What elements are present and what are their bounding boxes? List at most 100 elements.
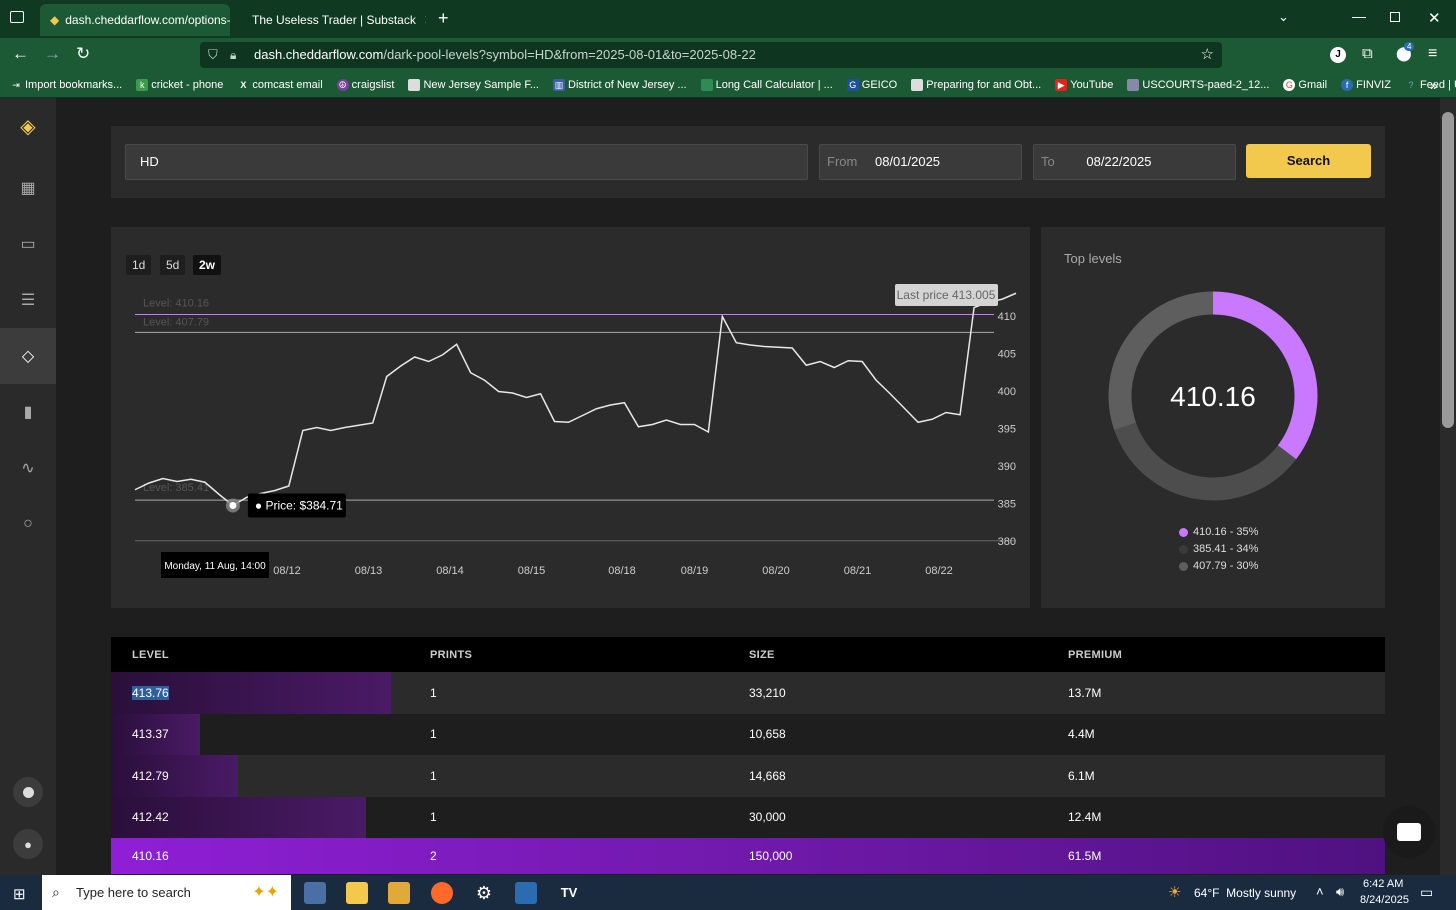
x-tick-label: 08/19 bbox=[681, 565, 709, 577]
cheddarflow-logo-icon[interactable]: ◈ bbox=[0, 98, 56, 154]
bookmark-geico[interactable]: G GEICO bbox=[846, 78, 897, 91]
clock-date[interactable]: 8/24/2025 bbox=[1360, 894, 1409, 906]
premium-cell: 12.4M bbox=[1068, 810, 1102, 825]
windows-start-icon[interactable]: ⊞ bbox=[13, 885, 26, 903]
app-sidebar: ◈ ▦ ▭ ☰ ◇ ▮ ∿ ○ ● bbox=[0, 98, 56, 875]
account-icon[interactable]: J bbox=[1330, 47, 1346, 63]
table-row[interactable]: 412.79 1 14,668 6.1M bbox=[111, 755, 1385, 797]
utradea-icon: ? bbox=[1408, 79, 1414, 90]
page-scrollbar[interactable] bbox=[1440, 98, 1456, 875]
donut-slice bbox=[1212, 291, 1318, 460]
price-chart[interactable]: 380 385 390 395 400 405 410 Level: 410.16 Level:… bbox=[111, 227, 1030, 608]
dashboard-grid-icon[interactable]: ▦ bbox=[0, 160, 56, 216]
tab-label: The Useless Trader | Substack bbox=[252, 13, 416, 27]
close-tab-icon[interactable]: ✕ bbox=[416, 12, 426, 28]
clock-time[interactable]: 6:42 AM bbox=[1363, 878, 1403, 890]
bookmark-star-icon[interactable]: ☆ bbox=[1201, 42, 1214, 68]
settings-gear-icon[interactable]: ⚙ bbox=[473, 882, 495, 904]
sticky-notes-icon[interactable] bbox=[346, 882, 368, 904]
from-date-field[interactable]: From 08/01/2025 bbox=[819, 144, 1022, 180]
menu-icon[interactable]: ≡ bbox=[1428, 45, 1437, 63]
donut-center-value: 410.16 bbox=[1170, 381, 1256, 412]
legend-dot bbox=[1179, 561, 1188, 571]
table-row[interactable]: 413.37 1 10,658 4.4M bbox=[111, 713, 1385, 755]
x-tick-label: 08/20 bbox=[762, 565, 790, 577]
bookmark-finviz[interactable]: f FINVIZ bbox=[1341, 78, 1391, 91]
tab-substack[interactable]: The Useless Trader | Substack ✕ bbox=[236, 4, 426, 36]
aba-icon bbox=[911, 78, 924, 91]
user-avatar-icon[interactable]: ● bbox=[0, 816, 56, 872]
chat-button[interactable] bbox=[1383, 806, 1435, 858]
table-row[interactable]: 410.16 2 150,000 61.5M bbox=[111, 838, 1385, 874]
extensions-icon[interactable]: ⧉ bbox=[1362, 45, 1373, 62]
file-explorer-icon[interactable] bbox=[388, 882, 410, 904]
bookmark-cricket[interactable]: k cricket - phone bbox=[136, 78, 223, 91]
back-icon[interactable]: ← bbox=[12, 44, 29, 64]
bookmark-nj-sample[interactable]: New Jersey Sample F... bbox=[408, 78, 539, 91]
restore-icon[interactable] bbox=[1390, 12, 1400, 22]
close-window-icon[interactable]: ✕ bbox=[1428, 9, 1441, 27]
bookmark-youtube[interactable]: ▶ YouTube bbox=[1055, 78, 1113, 91]
tab-cheddarflow[interactable]: ◆ dash.cheddarflow.com/options- ✕ bbox=[40, 4, 230, 36]
header-level[interactable]: LEVEL bbox=[111, 649, 430, 661]
header-prints[interactable]: PRINTS bbox=[430, 649, 749, 661]
new-tab-icon[interactable]: + bbox=[438, 8, 449, 29]
layers-icon[interactable]: ◇ bbox=[0, 328, 56, 384]
tradingview-icon[interactable]: TV bbox=[558, 882, 580, 904]
bookmarks-overflow-icon[interactable]: » bbox=[1430, 77, 1438, 93]
shield-icon[interactable]: ⛉ bbox=[208, 42, 218, 68]
bookmark-district-nj[interactable]: ▥ District of New Jersey ... bbox=[553, 78, 687, 91]
y-tick-label: 390 bbox=[998, 461, 1016, 473]
import-icon: ⇥ bbox=[12, 79, 20, 90]
y-tick-label: 410 bbox=[998, 311, 1016, 323]
y-tick-label: 380 bbox=[998, 536, 1016, 548]
mail-app-icon[interactable] bbox=[515, 882, 537, 904]
cricket-icon: k bbox=[136, 78, 149, 91]
to-date-field[interactable]: To 08/22/2025 bbox=[1033, 144, 1236, 180]
legend-item: 410.16 - 35% bbox=[1179, 526, 1258, 538]
bookmark-import[interactable]: ⇥ Import bookmarks... bbox=[10, 79, 122, 91]
bookmark-comcast[interactable]: Xcomcast email bbox=[237, 79, 322, 91]
x-tick-label: 08/18 bbox=[608, 565, 636, 577]
filter-lines-icon[interactable]: ☰ bbox=[0, 272, 56, 328]
legend-item: 385.41 - 34% bbox=[1179, 543, 1258, 555]
bookmark-gmail[interactable]: G Gmail bbox=[1283, 78, 1327, 91]
bookmark-preparing[interactable]: Preparing for and Obt... bbox=[911, 78, 1041, 91]
y-tick-label: 400 bbox=[998, 386, 1016, 398]
chart-panel: 1d 5d 2w 380 385 390 395 400 405 410 Level: 410… bbox=[111, 227, 1030, 608]
minimize-icon[interactable]: — bbox=[1352, 8, 1366, 24]
levels-table: LEVEL PRINTS SIZE PREMIUM 413.76 1 33,21… bbox=[111, 637, 1385, 874]
header-premium[interactable]: PREMIUM bbox=[1068, 649, 1385, 661]
lightbulb-icon[interactable]: ○ bbox=[0, 496, 56, 552]
theme-toggle-icon[interactable] bbox=[0, 764, 56, 820]
bookmark-uscourts[interactable]: USCOURTS-paed-2_12... bbox=[1127, 78, 1269, 91]
line-chart-icon[interactable]: ∿ bbox=[0, 440, 56, 496]
tab-overflow-chevron-icon[interactable]: ⌄ bbox=[1278, 9, 1289, 25]
taskbar-search-input[interactable]: ⌕ Type here to search ✦✦ bbox=[42, 875, 291, 910]
header-size[interactable]: SIZE bbox=[749, 649, 1068, 661]
prints-cell: 1 bbox=[430, 810, 437, 825]
calculator-app-icon[interactable] bbox=[304, 882, 326, 904]
tray-chevron-icon[interactable]: ˄ bbox=[1316, 884, 1324, 899]
tab-list-icon[interactable] bbox=[10, 11, 24, 23]
table-row[interactable]: 413.76 1 33,210 13.7M bbox=[111, 672, 1385, 714]
symbol-input[interactable]: HD bbox=[125, 144, 808, 180]
weather-text[interactable]: 64°F Mostly sunny bbox=[1194, 886, 1296, 900]
top-levels-donut[interactable]: 410.16 bbox=[1041, 257, 1385, 557]
url-field[interactable]: ⛉ 🔒︎ dash.cheddarflow.com/dark-pool-leve… bbox=[200, 42, 1222, 68]
reload-icon[interactable]: ↻ bbox=[76, 44, 90, 64]
bookmark-long-call[interactable]: Long Call Calculator | ... bbox=[700, 78, 833, 91]
search-button[interactable]: Search bbox=[1246, 144, 1371, 178]
lock-icon[interactable]: 🔒︎ bbox=[230, 42, 236, 68]
table-row[interactable]: 412.42 1 30,000 12.4M bbox=[111, 796, 1385, 838]
bar-chart-icon[interactable]: ▮ bbox=[0, 384, 56, 440]
chat-bubble-icon bbox=[1397, 823, 1421, 841]
forward-icon[interactable]: → bbox=[44, 44, 61, 64]
volume-icon[interactable]: 🔊︎ bbox=[1336, 884, 1344, 900]
notification-center-icon[interactable]: ▭ bbox=[1420, 884, 1433, 901]
scrollbar-thumb[interactable] bbox=[1442, 112, 1454, 428]
bookmark-craigslist[interactable]: ☮ craigslist bbox=[336, 78, 394, 91]
firefox-icon[interactable] bbox=[431, 882, 453, 904]
weather-icon[interactable]: ☀ bbox=[1168, 883, 1181, 901]
calendar-icon[interactable]: ▭ bbox=[0, 216, 56, 272]
